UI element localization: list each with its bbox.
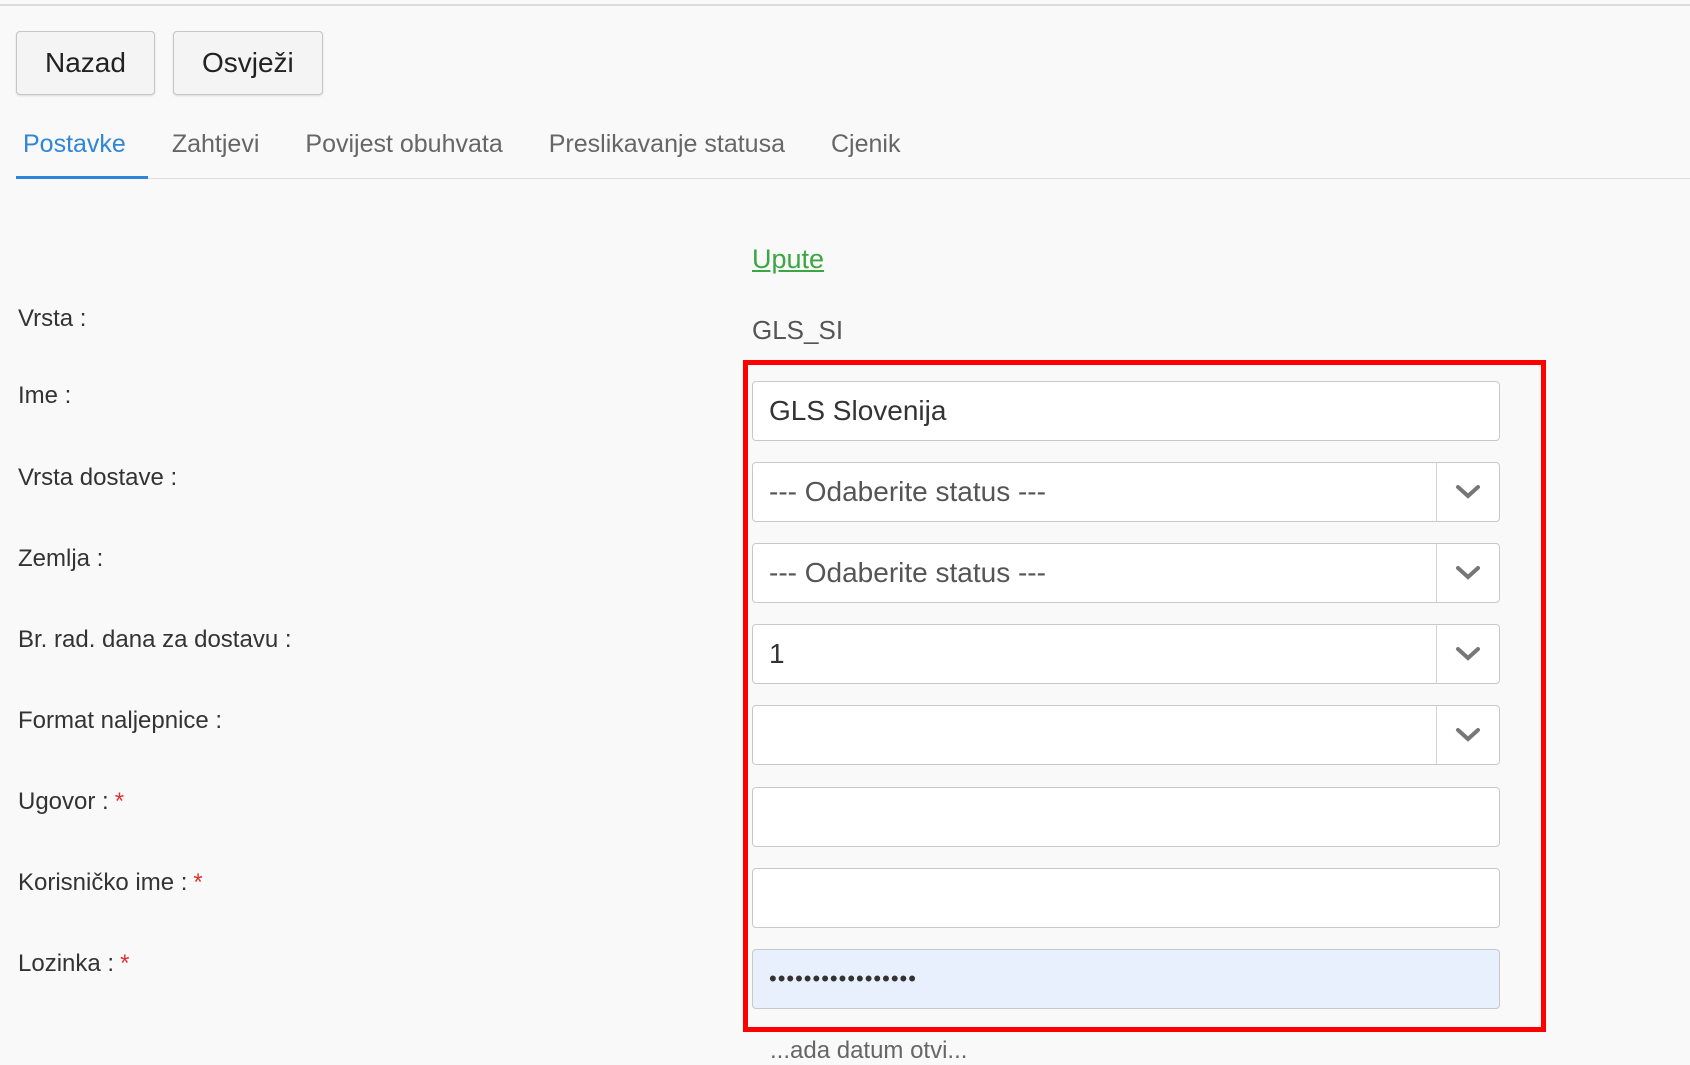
toolbar: Nazad Osvježi <box>16 31 323 95</box>
vrsta-dostave-select[interactable]: --- Odaberite status --- <box>752 462 1500 522</box>
tab-postavke[interactable]: Postavke <box>16 118 148 179</box>
required-marker: * <box>114 788 125 815</box>
korisnicko-ime-label: Korisničko ime : * <box>18 869 203 897</box>
top-divider <box>0 4 1690 6</box>
br-rad-dana-label: Br. rad. dana za dostavu : <box>18 626 292 653</box>
lozinka-input-value: ••••••••••••••••• <box>769 966 917 991</box>
ugovor-input[interactable] <box>752 787 1500 847</box>
ime-label: Ime : <box>18 382 72 409</box>
format-naljepnice-label: Format naljepnice : <box>18 707 223 734</box>
vrsta-label: Vrsta : <box>18 305 87 332</box>
upute-link[interactable]: Upute <box>752 244 824 275</box>
tab-preslikavanje-statusa[interactable]: Preslikavanje statusa <box>527 118 807 176</box>
ime-input[interactable]: GLS Slovenija <box>752 381 1500 441</box>
vrsta-dostave-value: --- Odaberite status --- <box>769 476 1046 507</box>
chevron-down-icon[interactable] <box>1436 625 1499 683</box>
lozinka-input[interactable]: ••••••••••••••••• <box>752 949 1500 1009</box>
chevron-down-icon[interactable] <box>1436 544 1499 602</box>
br-rad-dana-select[interactable]: 1 <box>752 624 1500 684</box>
chevron-down-icon[interactable] <box>1436 706 1499 764</box>
required-marker: * <box>193 869 203 896</box>
tab-povijest-obuhvata[interactable]: Povijest obuhvata <box>283 118 524 176</box>
format-naljepnice-select[interactable] <box>752 705 1500 765</box>
zemlja-label: Zemlja : <box>18 545 104 572</box>
chevron-down-icon[interactable] <box>1436 463 1499 521</box>
tab-bar: Postavke Zahtjevi Povijest obuhvata Pres… <box>16 118 1690 179</box>
lozinka-label: Lozinka : * <box>18 950 129 978</box>
korisnicko-ime-input[interactable] <box>752 868 1500 928</box>
tab-zahtjevi[interactable]: Zahtjevi <box>150 118 282 176</box>
br-rad-dana-value: 1 <box>769 638 785 669</box>
ugovor-label-text: Ugovor : <box>18 788 109 815</box>
zemlja-select[interactable]: --- Odaberite status --- <box>752 543 1500 603</box>
korisnicko-ime-label-text: Korisničko ime : <box>18 869 188 896</box>
tab-cjenik[interactable]: Cjenik <box>809 118 922 176</box>
back-button[interactable]: Nazad <box>16 31 155 95</box>
lozinka-label-text: Lozinka : <box>18 950 115 977</box>
highlight-box <box>743 360 1546 1032</box>
zemlja-value: --- Odaberite status --- <box>769 557 1046 588</box>
required-marker: * <box>120 950 130 977</box>
ugovor-label: Ugovor : * <box>18 788 124 816</box>
refresh-button[interactable]: Osvježi <box>172 31 323 95</box>
vrsta-dostave-label: Vrsta dostave : <box>18 464 178 491</box>
vrsta-value: GLS_SI <box>752 315 844 345</box>
partial-text: ...ada datum otvi... <box>770 1037 968 1064</box>
ime-input-value: GLS Slovenija <box>769 395 947 426</box>
